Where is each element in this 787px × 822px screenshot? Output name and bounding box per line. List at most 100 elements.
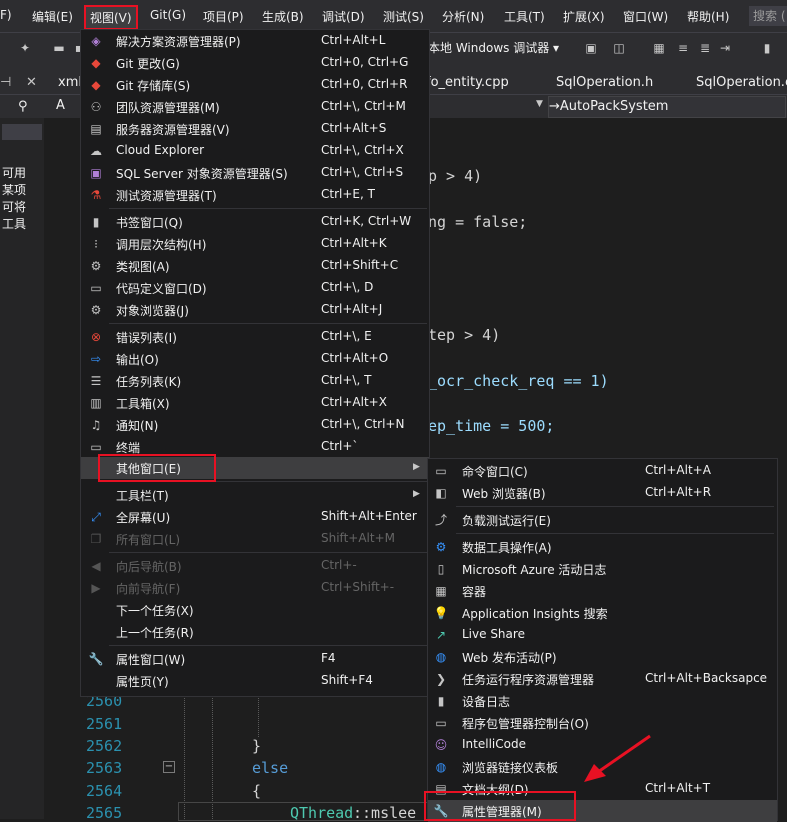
menu-item-toolbars[interactable]: 工具栏(T) ▶	[81, 484, 429, 506]
intellicode-icon: ☺	[434, 738, 448, 752]
task-runner-icon: ❯	[435, 672, 447, 686]
search-icon[interactable]: ⚲	[18, 99, 28, 114]
code-fragment: p > 4)	[428, 167, 483, 185]
toolbar-align-right-icon[interactable]: ≣	[698, 41, 712, 55]
code-fragment: _ocr_check_req == 1)	[428, 372, 609, 390]
toolbar-align-icon[interactable]: ≡	[676, 41, 690, 55]
submenu-item-command-window[interactable]: ▭ 命令窗口(C) Ctrl+Alt+A	[428, 460, 777, 482]
indent-guide	[258, 695, 260, 737]
indent-guide	[212, 695, 214, 819]
search-box[interactable]: 搜索 (	[749, 6, 787, 26]
highlight-box-property-manager	[424, 791, 576, 821]
attach-icon[interactable]: ▣	[584, 41, 598, 55]
tab-sqloperation-cpp[interactable]: SqlOperation.cp	[696, 75, 787, 90]
menu-item-property-pages[interactable]: 属性页(Y) Shift+F4	[81, 670, 429, 692]
menu-separator	[456, 506, 774, 507]
menu-item-code-definition[interactable]: ▭ 代码定义窗口(D) Ctrl+\, D	[81, 277, 429, 299]
menu-item-all-windows[interactable]: ❐ 所有窗口(L) Shift+Alt+M	[81, 528, 429, 550]
toolbar-indent-icon[interactable]: ⇥	[718, 41, 732, 55]
menu-item-solution-explorer[interactable]: ◈ 解决方案资源管理器(P) Ctrl+Alt+L	[81, 30, 429, 52]
wrench-icon: 🔧	[88, 652, 104, 666]
terminal-icon: ▭	[90, 440, 102, 454]
collapse-icon[interactable]: −	[163, 761, 175, 773]
menu-item-object-browser[interactable]: ⚙ 对象浏览器(J) Ctrl+Alt+J	[81, 299, 429, 321]
app-insights-icon: 💡	[433, 606, 449, 620]
submenu-item-data-tools[interactable]: ⚙ 数据工具操作(A)	[428, 536, 777, 558]
menu-item-previous-task[interactable]: 上一个任务(R)	[81, 621, 429, 643]
panel-search-field[interactable]	[2, 124, 42, 140]
menu-item-team-explorer[interactable]: ⚇ 团队资源管理器(M) Ctrl+\, Ctrl+M	[81, 96, 429, 118]
menu-window[interactable]: 窗口(W)	[623, 8, 668, 25]
submenu-item-azure-activity-log[interactable]: ▯ Microsoft Azure 活动日志	[428, 558, 777, 580]
menu-item-git-changes[interactable]: ◆ Git 更改(G) Ctrl+0, Ctrl+G	[81, 52, 429, 74]
red-arrow-annotation	[584, 734, 651, 782]
menu-file[interactable]: F)	[0, 8, 12, 22]
code-brace: {	[252, 782, 262, 800]
menu-test[interactable]: 测试(S)	[383, 8, 424, 25]
menu-edit[interactable]: 编辑(E)	[32, 8, 73, 25]
panel-text: 可用	[2, 166, 27, 180]
menu-debug[interactable]: 调试(D)	[322, 8, 365, 25]
menu-item-navigate-back[interactable]: ◀ 向后导航(B) Ctrl+-	[81, 555, 429, 577]
menu-item-sql-server[interactable]: ▣ SQL Server 对象资源管理器(S) Ctrl+\, Ctrl+S	[81, 162, 429, 184]
submenu-item-web-publish[interactable]: ◍ Web 发布活动(P)	[428, 646, 777, 668]
menu-item-git-repository[interactable]: ◆ Git 存储库(S) Ctrl+0, Ctrl+R	[81, 74, 429, 96]
menu-item-next-task[interactable]: 下一个任务(X)	[81, 599, 429, 621]
submenu-item-task-runner[interactable]: ❯ 任务运行程序资源管理器 Ctrl+Alt+Backsapce	[428, 668, 777, 690]
menu-item-notifications[interactable]: ♫ 通知(N) Ctrl+\, Ctrl+N	[81, 414, 429, 436]
menu-item-task-list[interactable]: ☰ 任务列表(K) Ctrl+\, T	[81, 370, 429, 392]
toolbar-grid-icon[interactable]: ▦	[652, 41, 666, 55]
output-icon: ⇨	[90, 352, 102, 366]
navigate-back-icon: ◀	[91, 559, 101, 573]
new-project-icon[interactable]: ✦	[18, 41, 32, 55]
open-folder-icon[interactable]: ▬	[52, 41, 66, 55]
task-list-icon: ☰	[90, 374, 102, 388]
scope-dropdown[interactable]: A	[56, 98, 65, 113]
submenu-item-load-test[interactable]: ⤴ 负载测试运行(E)	[428, 509, 777, 531]
tab-info-entity-cpp[interactable]: fo_entity.cpp	[426, 75, 509, 90]
panel-text: 工具	[2, 217, 27, 231]
object-browser-icon: ⚙	[90, 303, 102, 317]
menu-item-call-hierarchy[interactable]: ⁝ 调用层次结构(H) Ctrl+Alt+K	[81, 233, 429, 255]
tab-sqloperation-h[interactable]: SqlOperation.h	[556, 75, 653, 90]
member-dropdown[interactable]: →AutoPackSystem	[548, 96, 786, 118]
menu-item-server-explorer[interactable]: ▤ 服务器资源管理器(V) Ctrl+Alt+S	[81, 118, 429, 140]
menu-project[interactable]: 项目(P)	[203, 8, 244, 25]
close-icon[interactable]: ✕	[26, 75, 37, 90]
menu-help[interactable]: 帮助(H)	[687, 8, 729, 25]
web-browser-icon: ◧	[435, 486, 447, 500]
local-debugger-button[interactable]: 本地 Windows 调试器 ▾	[428, 39, 559, 56]
menu-separator	[109, 208, 427, 209]
chevron-right-icon: ▶	[413, 462, 420, 472]
menu-view[interactable]: 视图(V)	[84, 5, 138, 30]
chevron-down-icon[interactable]: ▼	[536, 99, 543, 109]
menu-separator	[109, 323, 427, 324]
menu-item-test-explorer[interactable]: ⚗ 测试资源管理器(T) Ctrl+E, T	[81, 184, 429, 206]
menu-tools[interactable]: 工具(T)	[504, 8, 545, 25]
solution-explorer-icon: ◈	[91, 34, 101, 48]
submenu-item-device-log[interactable]: ▮ 设备日志	[428, 690, 777, 712]
browser-icon[interactable]: ◫	[612, 41, 626, 55]
submenu-item-web-browser[interactable]: ◧ Web 浏览器(B) Ctrl+Alt+R	[428, 482, 777, 504]
menu-item-error-list[interactable]: ⊗ 错误列表(I) Ctrl+\, E	[81, 326, 429, 348]
submenu-item-containers[interactable]: ▦ 容器	[428, 580, 777, 602]
menu-item-output[interactable]: ⇨ 输出(O) Ctrl+Alt+O	[81, 348, 429, 370]
menu-item-class-view[interactable]: ⚙ 类视图(A) Ctrl+Shift+C	[81, 255, 429, 277]
menu-build[interactable]: 生成(B)	[262, 8, 304, 25]
menu-analyze[interactable]: 分析(N)	[442, 8, 484, 25]
menu-item-navigate-forward[interactable]: ▶ 向前导航(F) Ctrl+Shift+-	[81, 577, 429, 599]
menu-item-cloud-explorer[interactable]: ☁ Cloud Explorer Ctrl+\, Ctrl+X	[81, 140, 429, 162]
submenu-item-app-insights[interactable]: 💡 Application Insights 搜索	[428, 602, 777, 624]
menu-git[interactable]: Git(G)	[150, 8, 186, 22]
code-fragment: ep_time = 500;	[428, 417, 555, 435]
menu-item-bookmarks[interactable]: ▮ 书签窗口(Q) Ctrl+K, Ctrl+W	[81, 211, 429, 233]
bookmark-toolbar-icon[interactable]: ▮	[760, 41, 774, 55]
menu-item-toolbox[interactable]: ▥ 工具箱(X) Ctrl+Alt+X	[81, 392, 429, 414]
menu-extensions[interactable]: 扩展(X)	[563, 8, 605, 25]
menu-item-properties-window[interactable]: 🔧 属性窗口(W) F4	[81, 648, 429, 670]
menu-item-full-screen[interactable]: ⤢ 全屏幕(U) Shift+Alt+Enter	[81, 506, 429, 528]
pin-icon[interactable]: ⊣	[0, 75, 11, 90]
sql-server-icon: ▣	[90, 166, 102, 180]
submenu-item-live-share[interactable]: ↗ Live Share	[428, 624, 777, 646]
cloud-icon: ☁	[90, 144, 102, 158]
